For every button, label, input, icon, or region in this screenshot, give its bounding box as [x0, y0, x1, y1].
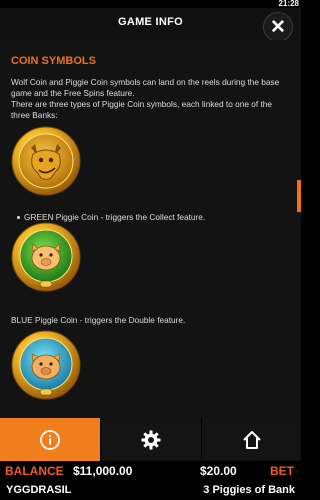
bet-label: BET: [270, 464, 294, 478]
close-icon: ✕: [270, 17, 286, 38]
bottom-nav: [0, 418, 301, 461]
page-title: GAME INFO: [117, 16, 184, 28]
blue-piggie-coin-icon: [11, 330, 81, 400]
nav-home-button[interactable]: [201, 418, 301, 461]
home-icon: [242, 430, 261, 449]
game-info-bar: YGGDRASIL 3 Piggies of Bank: [0, 481, 301, 500]
game-info-content[interactable]: COIN SYMBOLS Wolf Coin and Piggie Coin s…: [0, 40, 301, 418]
balance-label: BALANCE: [5, 464, 64, 478]
header: GAME INFO ✕: [0, 8, 301, 42]
intro-paragraph: Wolf Coin and Piggie Coin symbols can la…: [11, 77, 280, 98]
wolf-coin-image: [11, 126, 81, 196]
green-piggie-coin-image: [11, 222, 81, 292]
green-piggie-coin-icon: [11, 222, 81, 292]
nav-settings-button[interactable]: [100, 418, 201, 461]
blue-coin-description: BLUE Piggie Coin - triggers the Double f…: [11, 315, 185, 325]
intro-text: Wolf Coin and Piggie Coin symbols can la…: [11, 77, 293, 121]
blue-coin-text: BLUE Piggie Coin - triggers the Double f…: [11, 315, 186, 325]
status-time: 21:28: [278, 0, 299, 8]
wolf-coin-icon: [11, 126, 81, 196]
balance-bar: BALANCE $11,000.00 $20.00 BET: [0, 461, 301, 481]
bullet: [17, 215, 20, 219]
info-icon: [40, 429, 60, 450]
status-bar: 21:28: [0, 0, 301, 8]
gear-icon: [141, 430, 161, 449]
bet-value: $20.00: [200, 464, 237, 478]
green-coin-description: GREEN Piggie Coin - triggers the Collect…: [11, 212, 205, 222]
nav-info-button[interactable]: [0, 418, 100, 461]
intro-paragraph: There are three types of Piggie Coin sym…: [11, 99, 273, 120]
green-coin-text: GREEN Piggie Coin - triggers the Collect…: [24, 212, 206, 222]
scrollbar-thumb[interactable]: [297, 180, 301, 212]
game-name: 3 Piggies of Bank: [203, 484, 295, 496]
balance-value: $11,000.00: [73, 464, 133, 478]
blue-piggie-coin-image: [11, 330, 81, 400]
provider-name: YGGDRASIL: [6, 484, 72, 496]
section-title: COIN SYMBOLS: [11, 55, 96, 67]
close-button[interactable]: ✕: [263, 12, 293, 42]
